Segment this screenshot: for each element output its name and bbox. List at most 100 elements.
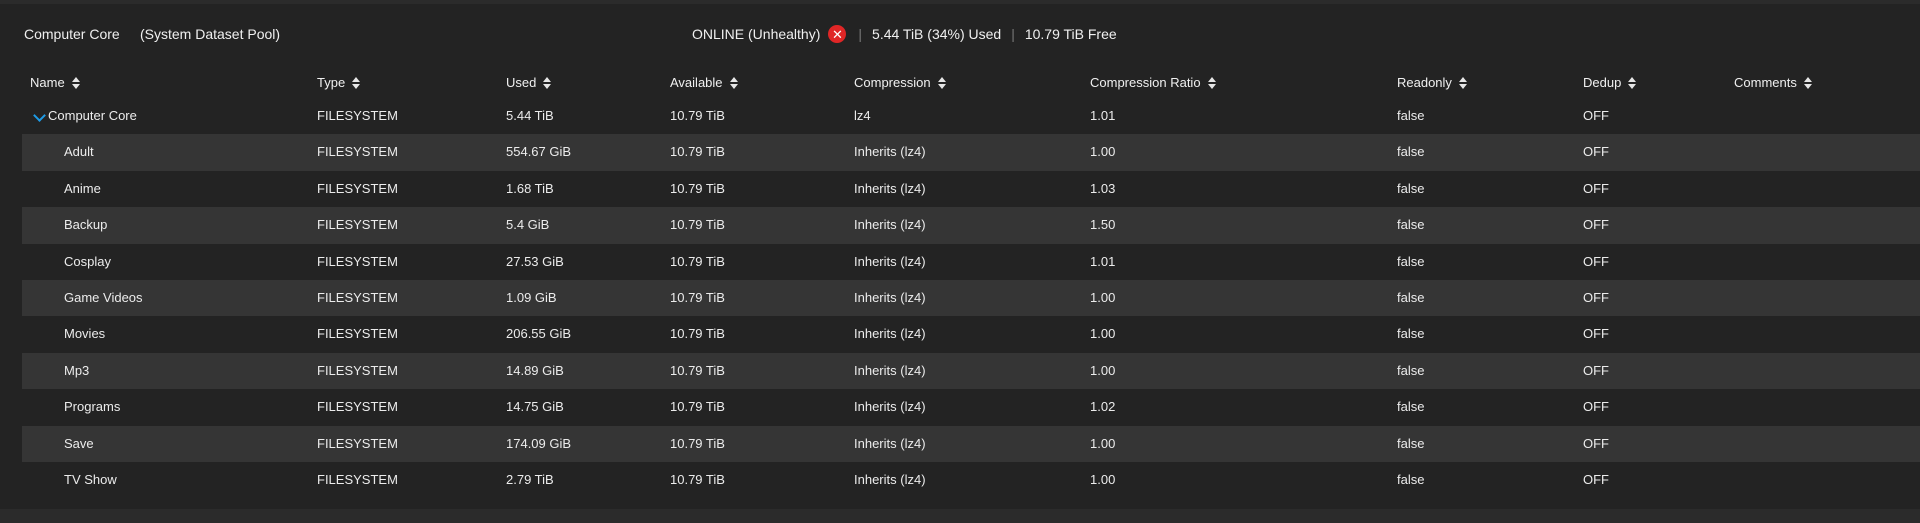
column-header-name[interactable]: Name bbox=[30, 75, 80, 90]
table-row[interactable]: Mp3 FILESYSTEM 14.89 GiB 10.79 TiB Inher… bbox=[22, 352, 1920, 390]
sort-icon bbox=[352, 76, 361, 89]
table-row[interactable]: Programs FILESYSTEM 14.75 GiB 10.79 TiB … bbox=[22, 389, 1920, 425]
pool-panel: Computer Core (System Dataset Pool) ONLI… bbox=[0, 4, 1920, 509]
table-row[interactable]: Game Videos FILESYSTEM 1.09 GiB 10.79 Ti… bbox=[22, 279, 1920, 317]
table-row[interactable]: Computer Core FILESYSTEM 5.44 TiB 10.79 … bbox=[22, 98, 1920, 134]
cell-type: FILESYSTEM bbox=[317, 435, 398, 451]
cell-available: 10.79 TiB bbox=[670, 435, 725, 451]
cell-type: FILESYSTEM bbox=[317, 399, 398, 415]
error-circle-icon[interactable]: ✕ bbox=[828, 25, 847, 43]
cell-compression: Inherits (lz4) bbox=[854, 435, 926, 451]
cell-compression-ratio: 1.00 bbox=[1090, 144, 1116, 160]
pool-subtitle: (System Dataset Pool) bbox=[140, 26, 281, 42]
cell-name: Mp3 bbox=[64, 362, 90, 378]
dataset-table: Name Type Used Available Compression Com… bbox=[0, 68, 1920, 498]
sort-icon bbox=[937, 76, 946, 89]
cell-compression: lz4 bbox=[854, 108, 871, 123]
cell-available: 10.79 TiB bbox=[670, 180, 725, 196]
cell-name: Anime bbox=[64, 180, 101, 196]
cell-type: FILESYSTEM bbox=[317, 471, 398, 487]
pool-status-text: ONLINE (Unhealthy) bbox=[692, 26, 821, 42]
cell-compression-ratio: 1.00 bbox=[1090, 326, 1116, 342]
cell-readonly: false bbox=[1397, 435, 1425, 451]
cell-used: 27.53 GiB bbox=[506, 253, 564, 269]
cell-available: 10.79 TiB bbox=[670, 326, 725, 342]
cell-type: FILESYSTEM bbox=[317, 144, 398, 160]
cell-available: 10.79 TiB bbox=[670, 399, 725, 415]
cell-compression: Inherits (lz4) bbox=[854, 471, 926, 487]
column-header-readonly[interactable]: Readonly bbox=[1397, 75, 1467, 90]
table-row[interactable]: Movies FILESYSTEM 206.55 GiB 10.79 TiB I… bbox=[22, 316, 1920, 352]
cell-compression-ratio: 1.00 bbox=[1090, 289, 1116, 305]
cell-compression-ratio: 1.02 bbox=[1090, 399, 1116, 415]
cell-compression: Inherits (lz4) bbox=[854, 289, 926, 305]
cell-readonly: false bbox=[1397, 471, 1425, 487]
cell-compression: Inherits (lz4) bbox=[854, 326, 926, 342]
column-header-dedup[interactable]: Dedup bbox=[1583, 75, 1637, 90]
cell-name: Cosplay bbox=[64, 253, 111, 269]
column-header-comments[interactable]: Comments bbox=[1734, 75, 1812, 90]
cell-available: 10.79 TiB bbox=[670, 362, 725, 378]
cell-dedup: OFF bbox=[1583, 471, 1609, 487]
table-header: Name Type Used Available Compression Com… bbox=[0, 68, 1920, 98]
column-header-compression-ratio[interactable]: Compression Ratio bbox=[1090, 75, 1216, 90]
cell-compression-ratio: 1.00 bbox=[1090, 362, 1116, 378]
cell-dedup: OFF bbox=[1583, 326, 1609, 342]
table-row[interactable]: Backup FILESYSTEM 5.4 GiB 10.79 TiB Inhe… bbox=[22, 207, 1920, 244]
table-row[interactable]: Anime FILESYSTEM 1.68 TiB 10.79 TiB Inhe… bbox=[22, 171, 1920, 207]
sort-icon bbox=[1803, 76, 1812, 89]
cell-available: 10.79 TiB bbox=[670, 108, 725, 123]
table-row[interactable]: Save FILESYSTEM 174.09 GiB 10.79 TiB Inh… bbox=[22, 425, 1920, 462]
cell-used: 2.79 TiB bbox=[506, 471, 554, 487]
separator: | bbox=[1011, 26, 1015, 42]
cell-readonly: false bbox=[1397, 399, 1425, 415]
cell-dedup: OFF bbox=[1583, 289, 1609, 305]
sort-icon bbox=[543, 76, 552, 89]
cell-type: FILESYSTEM bbox=[317, 289, 398, 305]
pool-used: 5.44 TiB (34%) Used bbox=[872, 26, 1002, 42]
cell-readonly: false bbox=[1397, 144, 1425, 160]
cell-available: 10.79 TiB bbox=[670, 144, 725, 160]
cell-used: 1.09 GiB bbox=[506, 289, 557, 305]
column-header-type[interactable]: Type bbox=[317, 75, 361, 90]
cell-used: 5.4 GiB bbox=[506, 217, 550, 233]
cell-dedup: OFF bbox=[1583, 362, 1609, 378]
cell-name: Adult bbox=[64, 144, 94, 160]
table-row[interactable]: Adult FILESYSTEM 554.67 GiB 10.79 TiB In… bbox=[22, 134, 1920, 171]
cell-compression-ratio: 1.01 bbox=[1090, 108, 1116, 123]
cell-compression: Inherits (lz4) bbox=[854, 399, 926, 415]
column-header-used[interactable]: Used bbox=[506, 75, 552, 90]
sort-icon bbox=[729, 76, 738, 89]
column-header-compression[interactable]: Compression bbox=[854, 75, 946, 90]
cell-used: 14.89 GiB bbox=[506, 362, 564, 378]
cell-compression: Inherits (lz4) bbox=[854, 144, 926, 160]
sort-icon bbox=[1458, 76, 1467, 89]
cell-used: 5.44 TiB bbox=[506, 108, 554, 123]
cell-compression-ratio: 1.01 bbox=[1090, 253, 1116, 269]
cell-name: Movies bbox=[64, 326, 106, 342]
cell-readonly: false bbox=[1397, 253, 1425, 269]
cell-readonly: false bbox=[1397, 289, 1425, 305]
cell-type: FILESYSTEM bbox=[317, 253, 398, 269]
cell-used: 174.09 GiB bbox=[506, 435, 572, 451]
sort-icon bbox=[1207, 76, 1216, 89]
pool-header: Computer Core (System Dataset Pool) ONLI… bbox=[0, 18, 1920, 50]
cell-compression-ratio: 1.50 bbox=[1090, 217, 1116, 233]
cell-name: Save bbox=[64, 435, 94, 451]
cell-used: 14.75 GiB bbox=[506, 399, 564, 415]
cell-used: 1.68 TiB bbox=[506, 180, 554, 196]
column-header-available[interactable]: Available bbox=[670, 75, 738, 90]
cell-type: FILESYSTEM bbox=[317, 108, 398, 123]
cell-name: Computer Core bbox=[48, 108, 137, 123]
cell-compression-ratio: 1.03 bbox=[1090, 180, 1116, 196]
cell-dedup: OFF bbox=[1583, 253, 1609, 269]
bottom-bar bbox=[0, 509, 1920, 523]
cell-compression-ratio: 1.00 bbox=[1090, 471, 1116, 487]
cell-readonly: false bbox=[1397, 108, 1425, 123]
pool-name: Computer Core bbox=[24, 26, 120, 42]
chevron-down-icon[interactable] bbox=[33, 109, 46, 122]
cell-type: FILESYSTEM bbox=[317, 326, 398, 342]
table-row[interactable]: Cosplay FILESYSTEM 27.53 GiB 10.79 TiB I… bbox=[22, 244, 1920, 280]
table-row[interactable]: TV Show FILESYSTEM 2.79 TiB 10.79 TiB In… bbox=[22, 462, 1920, 498]
cell-readonly: false bbox=[1397, 180, 1425, 196]
